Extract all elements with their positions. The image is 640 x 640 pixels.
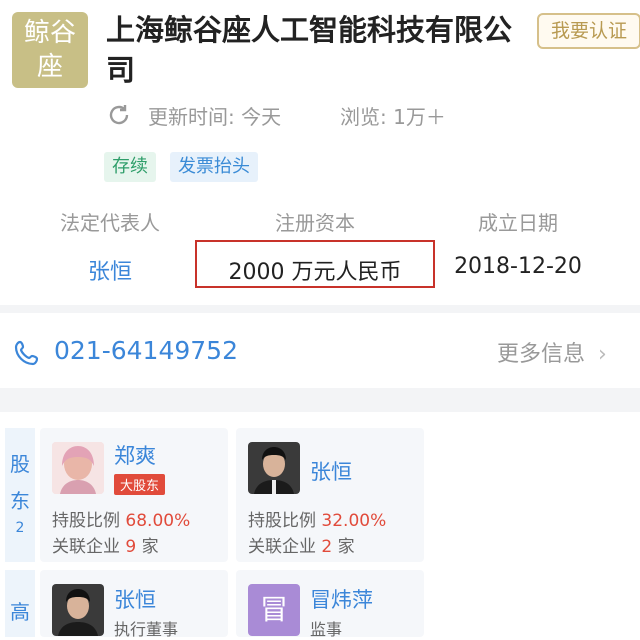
company-logo: 鲸谷 座 bbox=[12, 12, 88, 88]
company-logo-line2: 座 bbox=[36, 52, 63, 82]
avatar bbox=[248, 442, 300, 494]
ownership-line: 持股比例 32.00% bbox=[248, 506, 386, 531]
ownership-label: 持股比例 bbox=[52, 511, 120, 531]
legal-rep-value[interactable]: 张恒 bbox=[50, 254, 170, 286]
refresh-icon[interactable] bbox=[106, 102, 132, 128]
affiliated-line: 关联企业 2 家 bbox=[248, 532, 355, 557]
more-info-label: 更多信息 bbox=[497, 342, 586, 367]
avatar: 冒 bbox=[248, 584, 300, 636]
shareholder-name[interactable]: 张恒 bbox=[310, 456, 352, 486]
company-name: 上海鲸谷座人工智能科技有限公司 bbox=[106, 13, 513, 87]
ownership-line: 持股比例 68.00% bbox=[52, 506, 190, 531]
claim-button[interactable]: 我要认证 bbox=[537, 13, 640, 49]
person-avatar-icon bbox=[52, 442, 104, 494]
ownership-label: 持股比例 bbox=[248, 511, 316, 531]
affiliated-label: 关联企业 bbox=[248, 537, 316, 557]
divider bbox=[0, 305, 640, 313]
more-info-link[interactable]: 更多信息 › bbox=[497, 336, 607, 368]
company-logo-line1: 鲸谷 bbox=[23, 18, 76, 48]
chevron-right-icon: › bbox=[598, 342, 607, 367]
executives-tab-char1: 高 bbox=[10, 600, 30, 624]
shareholders-tab-char1: 股 bbox=[10, 452, 30, 476]
founded-label: 成立日期 bbox=[478, 211, 558, 235]
affiliated-count: 2 bbox=[321, 537, 333, 557]
affiliated-label: 关联企业 bbox=[52, 537, 120, 557]
executives-tab[interactable]: 高 bbox=[5, 570, 35, 637]
shareholders-tab-char2: 东 bbox=[10, 489, 30, 513]
avatar bbox=[52, 442, 104, 494]
shareholder-name[interactable]: 郑爽 bbox=[114, 440, 156, 470]
affiliated-unit: 家 bbox=[141, 537, 159, 557]
executive-name[interactable]: 张恒 bbox=[114, 584, 156, 614]
ownership-value: 68.00% bbox=[125, 511, 191, 531]
shareholder-card[interactable]: 郑爽 大股东 持股比例 68.00% 关联企业 9 家 bbox=[40, 428, 228, 562]
legal-rep-label: 法定代表人 bbox=[60, 211, 160, 235]
affiliated-line: 关联企业 9 家 bbox=[52, 532, 159, 557]
invoice-title-tag[interactable]: 发票抬头 bbox=[170, 152, 258, 182]
capital-label: 注册资本 bbox=[275, 211, 355, 235]
shareholders-tab[interactable]: 股 东 2 bbox=[5, 428, 35, 562]
affiliated-unit: 家 bbox=[337, 537, 355, 557]
ownership-value: 32.00% bbox=[321, 511, 387, 531]
executive-role: 监事 bbox=[310, 620, 343, 639]
phone-number[interactable]: 021-64149752 bbox=[54, 336, 238, 365]
executive-name[interactable]: 冒炜萍 bbox=[310, 584, 373, 614]
status-badge: 存续 bbox=[104, 152, 156, 182]
phone-icon[interactable] bbox=[12, 338, 42, 368]
view-count: 浏览: 1万＋ bbox=[340, 105, 446, 129]
executive-role: 执行董事 bbox=[114, 620, 179, 639]
person-avatar-icon bbox=[248, 442, 300, 494]
major-shareholder-badge: 大股东 bbox=[114, 474, 166, 495]
shareholders-count: 2 bbox=[15, 520, 25, 536]
executive-card[interactable]: 冒 冒炜萍 监事 bbox=[236, 570, 424, 639]
founded-value: 2018-12-20 bbox=[454, 254, 582, 279]
section-gap bbox=[0, 388, 640, 412]
executive-card[interactable]: 张恒 执行董事 bbox=[40, 570, 228, 639]
shareholder-card[interactable]: 张恒 持股比例 32.00% 关联企业 2 家 bbox=[236, 428, 424, 562]
capital-value: 2000 万元人民币 bbox=[228, 260, 402, 285]
person-avatar-icon bbox=[52, 584, 104, 636]
avatar bbox=[52, 584, 104, 636]
affiliated-count: 9 bbox=[125, 537, 137, 557]
update-time: 更新时间: 今天 bbox=[148, 105, 282, 129]
